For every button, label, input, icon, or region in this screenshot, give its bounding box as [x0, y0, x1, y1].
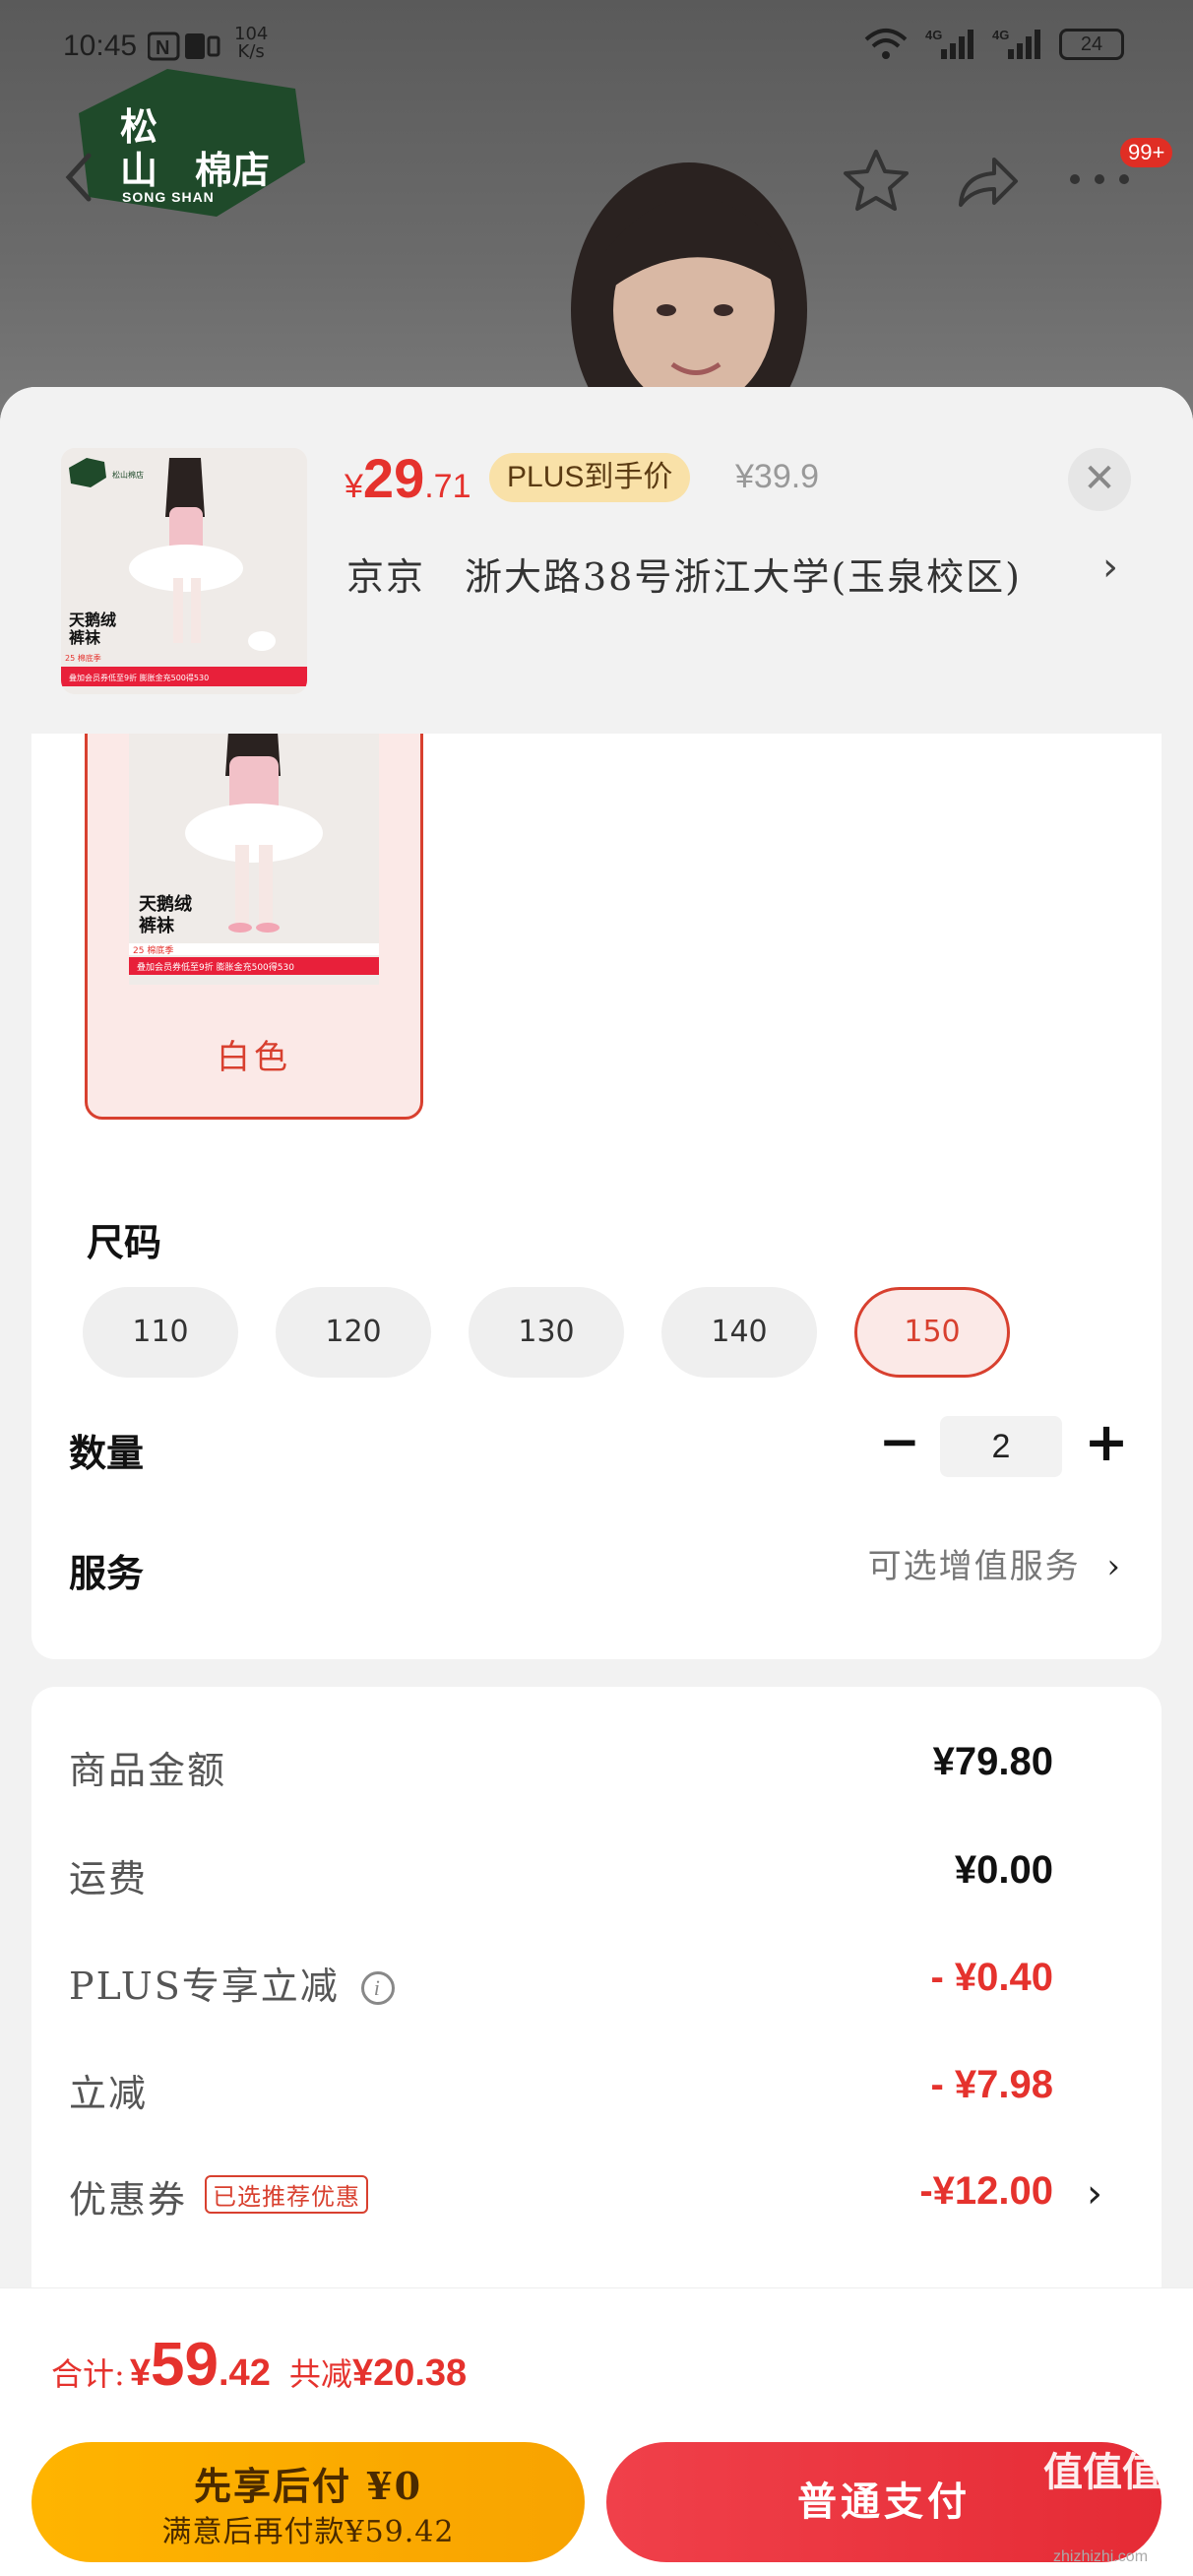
battery-indicator: 24	[1059, 29, 1124, 60]
product-thumbnail: 松山棉店 天鹅绒 裤袜 25 棉底季 叠加会员券低至9折 膨胀金充500得530	[61, 448, 307, 694]
quantity-input[interactable]: 2	[940, 1416, 1062, 1477]
checkout-footer: 合计: ¥59.42 共减¥20.38 先享后付 ¥0 满意后再付款¥59.42…	[0, 2287, 1193, 2576]
plus-price: ¥29.71	[345, 447, 471, 509]
signal-icon-2: 4G	[992, 28, 1040, 59]
chevron-right-icon[interactable]: ›	[1102, 545, 1118, 590]
summary-row-coupon[interactable]: 优惠券 已选推荐优惠 -¥12.00 ›	[69, 2169, 1112, 2228]
size-option-140[interactable]: 140	[661, 1287, 817, 1378]
quantity-title: 数量	[69, 1431, 145, 1475]
favorite-star-icon[interactable]	[842, 146, 910, 215]
quantity-minus-button[interactable]: −	[875, 1417, 924, 1469]
svg-text:叠加会员券低至9折 膨胀金充500得530: 叠加会员券低至9折 膨胀金充500得530	[69, 673, 209, 682]
wifi-icon	[864, 29, 908, 59]
summary-row-plus-discount: PLUS专享立减 i - ¥0.40	[69, 1956, 1053, 2008]
coupon-recommended-tag: 已选推荐优惠	[205, 2175, 369, 2214]
svg-text:松山棉店: 松山棉店	[112, 470, 144, 480]
message-badge: 99+	[1120, 138, 1173, 167]
info-icon[interactable]: i	[360, 1971, 395, 2005]
summary-row-shipping: 运费 ¥0.00	[69, 1848, 1053, 1900]
svg-text:4G: 4G	[992, 28, 1009, 42]
order-total: 合计: ¥59.42 共减¥20.38	[51, 2331, 468, 2399]
svg-text:叠加会员券低至9折 膨胀金充500得530: 叠加会员券低至9折 膨胀金充500得530	[137, 961, 294, 973]
size-option-150[interactable]: 150	[854, 1287, 1010, 1378]
back-icon[interactable]	[59, 148, 98, 207]
size-section-title: 尺码	[87, 1220, 162, 1264]
chevron-right-icon: ›	[1087, 2171, 1102, 2217]
svg-text:天鹅绒: 天鹅绒	[139, 893, 192, 915]
share-icon[interactable]	[953, 148, 1022, 217]
more-icon[interactable]	[1065, 160, 1134, 199]
svg-text:天鹅绒: 天鹅绒	[69, 611, 116, 629]
color-option-white[interactable]: 天鹅绒 裤袜 25 棉底季 叠加会员券低至9折 膨胀金充500得530 白色	[85, 714, 423, 1120]
watermark-logo: 值值值	[1043, 2449, 1162, 2495]
summary-row-instant-discount: 立减 - ¥7.98	[69, 2063, 1053, 2115]
service-hint-text: 可选增值服务	[867, 1547, 1081, 1586]
svg-text:N: N	[156, 37, 169, 59]
svg-text:25 棉底季: 25 棉底季	[65, 653, 101, 663]
size-option-110[interactable]: 110	[83, 1287, 238, 1378]
nfc-icon: N	[148, 32, 220, 61]
watermark-url: zhizhizhi.com	[1053, 2548, 1149, 2565]
color-option-image: 天鹅绒 裤袜 25 棉底季 叠加会员券低至9折 膨胀金充500得530	[129, 717, 379, 985]
original-price: ¥39.9	[735, 458, 820, 495]
status-time: 10:45	[63, 30, 138, 62]
svg-text:裤袜: 裤袜	[69, 628, 101, 647]
quantity-plus-button[interactable]: +	[1079, 1416, 1134, 1472]
svg-text:25 棉底季: 25 棉底季	[133, 944, 173, 956]
spec-card: 天鹅绒 裤袜 25 棉底季 叠加会员券低至9折 膨胀金充500得530 白色 尺…	[31, 714, 1162, 1659]
pay-later-button[interactable]: 先享后付 ¥0 满意后再付款¥59.42	[31, 2442, 585, 2562]
service-selector[interactable]: 可选增值服务 ›	[868, 1539, 1122, 1587]
close-button[interactable]: ✕	[1068, 448, 1131, 511]
size-option-120[interactable]: 120	[276, 1287, 431, 1378]
delivery-address[interactable]: 京京 浙大路38号浙江大学(玉泉校区)	[346, 547, 1022, 601]
service-title: 服务	[69, 1551, 145, 1595]
chevron-right-icon: ›	[1106, 1547, 1122, 1586]
plus-price-tag: PLUS到手价	[489, 453, 691, 502]
sheet-header: 松山棉店 天鹅绒 裤袜 25 棉底季 叠加会员券低至9折 膨胀金充500得530…	[0, 387, 1193, 734]
color-option-label: 白色	[217, 1038, 291, 1077]
sku-selection-sheet: 天鹅绒 裤袜 25 棉底季 叠加会员券低至9折 膨胀金充500得530 白色 尺…	[0, 387, 1193, 2576]
size-option-130[interactable]: 130	[469, 1287, 624, 1378]
product-page-background: 10:45 N 104 K/s 4G 4G 24 松 山 棉店 SONG SHA…	[0, 0, 1193, 433]
summary-row-goods-amount: 商品金额 ¥79.80	[69, 1740, 1053, 1792]
svg-text:4G: 4G	[925, 28, 942, 42]
svg-text:裤袜: 裤袜	[139, 915, 174, 936]
signal-icon-1: 4G	[925, 28, 973, 59]
network-speed: 104 K/s	[234, 24, 269, 62]
status-indicators: 4G 4G 24	[864, 28, 1124, 61]
